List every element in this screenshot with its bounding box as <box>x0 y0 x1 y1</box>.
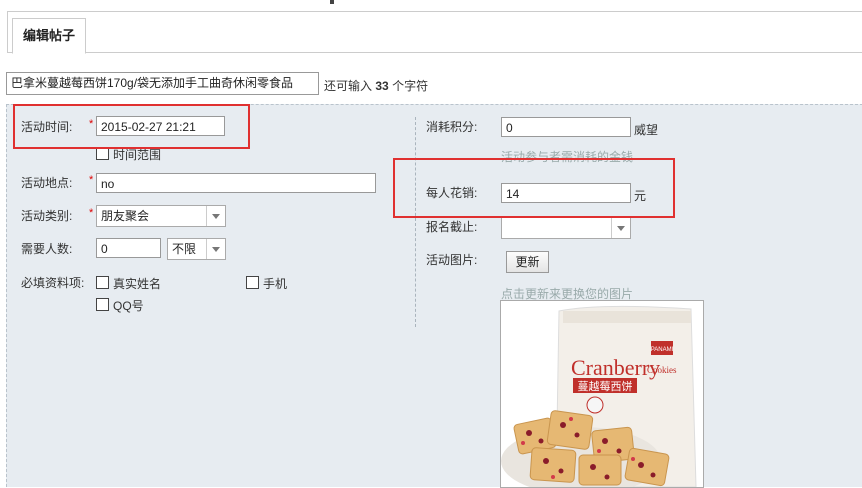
required-star: * <box>89 207 94 219</box>
place-label: 活动地点: <box>21 176 73 190</box>
image-label: 活动图片: <box>426 253 478 267</box>
chevron-down-icon <box>611 218 630 238</box>
highlight-time-box <box>13 104 250 149</box>
activity-place-input[interactable]: no <box>96 173 376 193</box>
package-brand: PANAMI <box>651 347 674 353</box>
remain-suffix: 个字符 <box>392 79 429 93</box>
points-input[interactable]: 0 <box>501 117 631 137</box>
highlight-cost-box <box>393 158 675 218</box>
activity-image: PANAMI Cranberry Cookies 蔓越莓西饼 <box>500 300 704 488</box>
deadline-select[interactable] <box>501 217 631 239</box>
package-title-en2: Cookies <box>647 365 677 375</box>
qq-label: QQ号 <box>113 299 144 313</box>
required-star: * <box>89 174 94 186</box>
post-title-input[interactable]: 巴拿米蔓越莓西饼170g/袋无添加手工曲奇休闲零食品 <box>6 72 319 95</box>
people-label: 需要人数: <box>21 242 73 256</box>
phone-checkbox[interactable] <box>246 276 259 289</box>
qq-checkbox[interactable] <box>96 298 109 311</box>
chevron-down-icon <box>206 206 225 226</box>
people-limit-value: 不限 <box>172 242 197 256</box>
type-label: 活动类别: <box>21 209 73 223</box>
top-strip <box>0 0 862 10</box>
people-count-input[interactable]: 0 <box>96 238 161 258</box>
update-image-button[interactable]: 更新 <box>506 251 549 273</box>
remain-count: 33 <box>375 79 389 93</box>
tab-edit-post[interactable]: 编辑帖子 <box>12 18 86 54</box>
chevron-down-icon <box>206 239 225 259</box>
activity-type-value: 朋友聚会 <box>101 209 150 223</box>
package-title-cn: 蔓越莓西饼 <box>578 379 633 393</box>
column-divider <box>415 117 416 327</box>
deadline-label: 报名截止: <box>426 220 478 234</box>
cookie-package-image: PANAMI Cranberry Cookies 蔓越莓西饼 <box>501 301 703 487</box>
activity-type-select[interactable]: 朋友聚会 <box>96 205 226 227</box>
remaining-chars: 还可输入 33 个字符 <box>324 77 428 94</box>
tab-bar: 编辑帖子 <box>7 11 862 54</box>
points-unit: 威望 <box>634 123 659 137</box>
realname-label: 真实姓名 <box>113 277 162 291</box>
phone-label: 手机 <box>263 277 288 291</box>
people-limit-select[interactable]: 不限 <box>167 238 226 260</box>
remain-prefix: 还可输入 <box>324 79 373 93</box>
points-label: 消耗积分: <box>426 120 478 134</box>
top-marker <box>330 0 334 4</box>
realname-checkbox[interactable] <box>96 276 109 289</box>
required-fields-label: 必填资料项: <box>21 276 85 290</box>
